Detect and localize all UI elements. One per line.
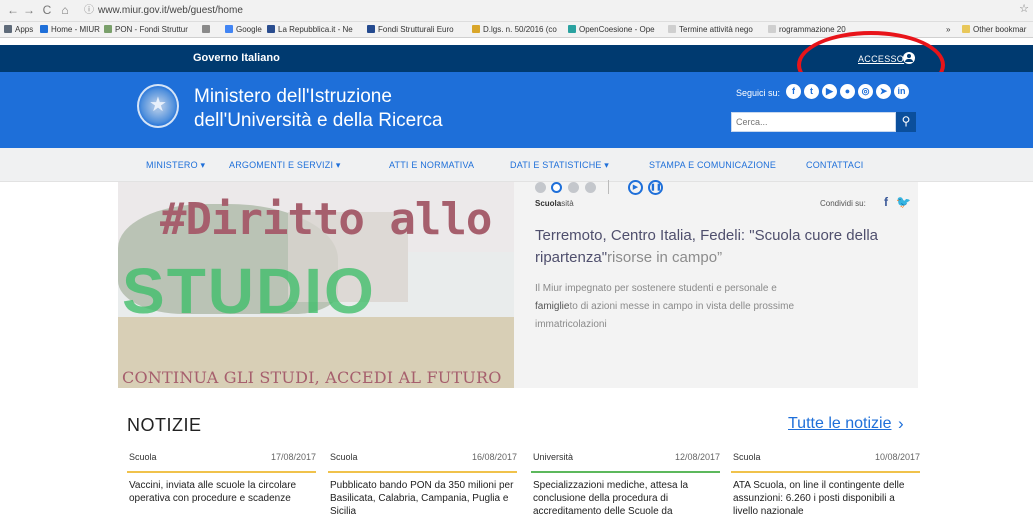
news-date: 12/08/2017 [674,452,720,462]
info-icon: ⓘ [84,5,94,16]
bookmark-pon[interactable]: PON - Fondi Struttur [104,22,188,37]
bookmark-unlabeled[interactable] [202,22,213,37]
page-icon [668,25,676,33]
nav-stampa-comunicazione[interactable]: STAMPA E COMUNICAZIONE [649,160,776,170]
carousel-dot-1[interactable] [535,182,546,193]
news-date: 10/08/2017 [874,452,920,462]
bookmark-apps[interactable]: Apps [4,22,33,37]
hero-title-line1[interactable]: Terremoto, Centro Italia, Fedeli: "Scuol… [535,227,878,244]
news-category-bar [531,471,720,473]
flickr-icon[interactable]: ● [840,84,855,99]
hero-text-panel: Scuolasità Condividi su: f 🐦 Terremoto, … [514,182,918,388]
nav-dati-statistiche[interactable]: DATI E STATISTICHE ▾ [510,160,609,171]
bookmarks-overflow[interactable]: » [946,22,950,37]
share-facebook-icon[interactable]: f [884,195,888,209]
news-headline[interactable]: Specializzazioni mediche, attesa la conc… [533,479,718,518]
news-category-bar [127,471,316,473]
hero-desc-line1: Il Miur impegnato per sostenere studenti… [535,283,777,294]
folder-icon [962,25,970,33]
site-header: Ministero dell'Istruzione dell'Universit… [0,72,1033,148]
home-icon[interactable]: ⌂ [58,2,72,18]
nav-atti-normativa[interactable]: ATTI E NORMATIVA [389,160,474,170]
hero-category: Scuolasità [535,199,574,208]
government-title[interactable]: Governo Italiano [193,52,280,64]
share-label: Condividi su: [820,199,866,208]
hero-desc-line2: famiglieto di azioni messe in campo in v… [535,301,795,312]
hero-desc-line3: immatricolazioni [535,319,607,330]
back-icon[interactable]: ← [6,2,20,18]
hero-image-title: #Diritto allo [160,194,492,245]
share-twitter-icon[interactable]: 🐦 [896,195,911,209]
news-category: Università [533,452,574,462]
bookmark-dlgs[interactable]: D.lgs. n. 50/2016 (co [472,22,557,37]
news-category: Scuola [733,452,761,462]
bookmark-icon [367,25,375,33]
search-input[interactable] [731,112,896,132]
bookmark-google[interactable]: Google [225,22,262,37]
address-text: www.miur.gov.it/web/guest/home [98,5,243,16]
main-navigation: MINISTERO ▾ ARGOMENTI E SERVIZI ▾ ATTI E… [0,148,1033,182]
news-headline[interactable]: ATA Scuola, on line il contingente delle… [733,479,918,518]
apps-icon [4,25,12,33]
hero-image[interactable]: #Diritto allo STUDIO CONTINUA GLI STUDI,… [118,182,514,388]
all-news-link[interactable]: Tutte le notizie [788,415,891,433]
google-icon [225,25,233,33]
news-category-bar [328,471,517,473]
bookmark-other[interactable]: Other bookmar [962,22,1026,37]
browser-toolbar: ← → C ⌂ ⓘ www.miur.gov.it/web/guest/home … [0,0,1033,22]
nav-ministero[interactable]: MINISTERO ▾ [146,160,205,171]
bookmark-fondi[interactable]: Fondi Strutturali Euro [367,22,454,37]
news-date: 16/08/2017 [471,452,517,462]
news-heading: NOTIZIE [127,415,202,435]
bookmark-repubblica[interactable]: La Repubblica.it - Ne [267,22,353,37]
carousel-dot-3[interactable] [568,182,579,193]
hero-title-line2[interactable]: ripartenza"risorse in campo” [535,249,722,266]
ministry-name-line2[interactable]: dell'Università e della Ricerca [194,110,443,132]
bookmark-home-miur[interactable]: Home - MIUR [40,22,100,37]
bookmark-termine[interactable]: Termine attività nego [668,22,753,37]
bookmark-icon [40,25,48,33]
pause-icon[interactable]: ❚❚ [648,180,663,195]
twitter-icon[interactable]: t [804,84,819,99]
address-bar[interactable]: ⓘ www.miur.gov.it/web/guest/home [84,3,1014,19]
telegram-icon[interactable]: ➤ [876,84,891,99]
ministry-name-line1[interactable]: Ministero dell'Istruzione [194,86,392,108]
bookmark-icon [568,25,576,33]
instagram-icon[interactable]: ◎ [858,84,873,99]
forward-icon[interactable]: → [22,2,36,18]
reload-icon[interactable]: C [40,2,54,18]
bookmark-icon [202,25,210,33]
play-icon[interactable]: ▶ [628,180,643,195]
republic-emblem-icon[interactable] [137,84,179,128]
carousel-separator [608,180,609,194]
linkedin-icon[interactable]: in [894,84,909,99]
hero-image-word: STUDIO [122,255,376,327]
news-date: 17/08/2017 [270,452,316,462]
carousel-dot-2[interactable] [551,182,562,193]
follow-label: Seguici su: [736,88,781,98]
bookmark-opencoesione[interactable]: OpenCoesione - Ope [568,22,655,37]
hero-image-subtitle: CONTINUA GLI STUDI, ACCEDI AL FUTURO [122,368,502,387]
star-icon[interactable]: ☆ [1019,2,1029,15]
facebook-icon[interactable]: f [786,84,801,99]
youtube-icon[interactable]: ▶ [822,84,837,99]
bookmark-icon [267,25,275,33]
news-headline[interactable]: Pubblicato bando PON da 350 milioni per … [330,479,515,518]
bookmark-icon [104,25,112,33]
news-category-bar [731,471,920,473]
news-category: Scuola [330,452,358,462]
news-category: Scuola [129,452,157,462]
bookmark-icon [472,25,480,33]
search-icon[interactable]: ⚲ [896,112,916,132]
chevron-right-icon[interactable]: › [898,414,904,434]
news-headline[interactable]: Vaccini, inviata alle scuole la circolar… [129,479,314,505]
carousel-dot-4[interactable] [585,182,596,193]
nav-contattaci[interactable]: CONTATTACI [806,160,864,170]
nav-argomenti-servizi[interactable]: ARGOMENTI E SERVIZI ▾ [229,160,341,171]
page-icon [768,25,776,33]
